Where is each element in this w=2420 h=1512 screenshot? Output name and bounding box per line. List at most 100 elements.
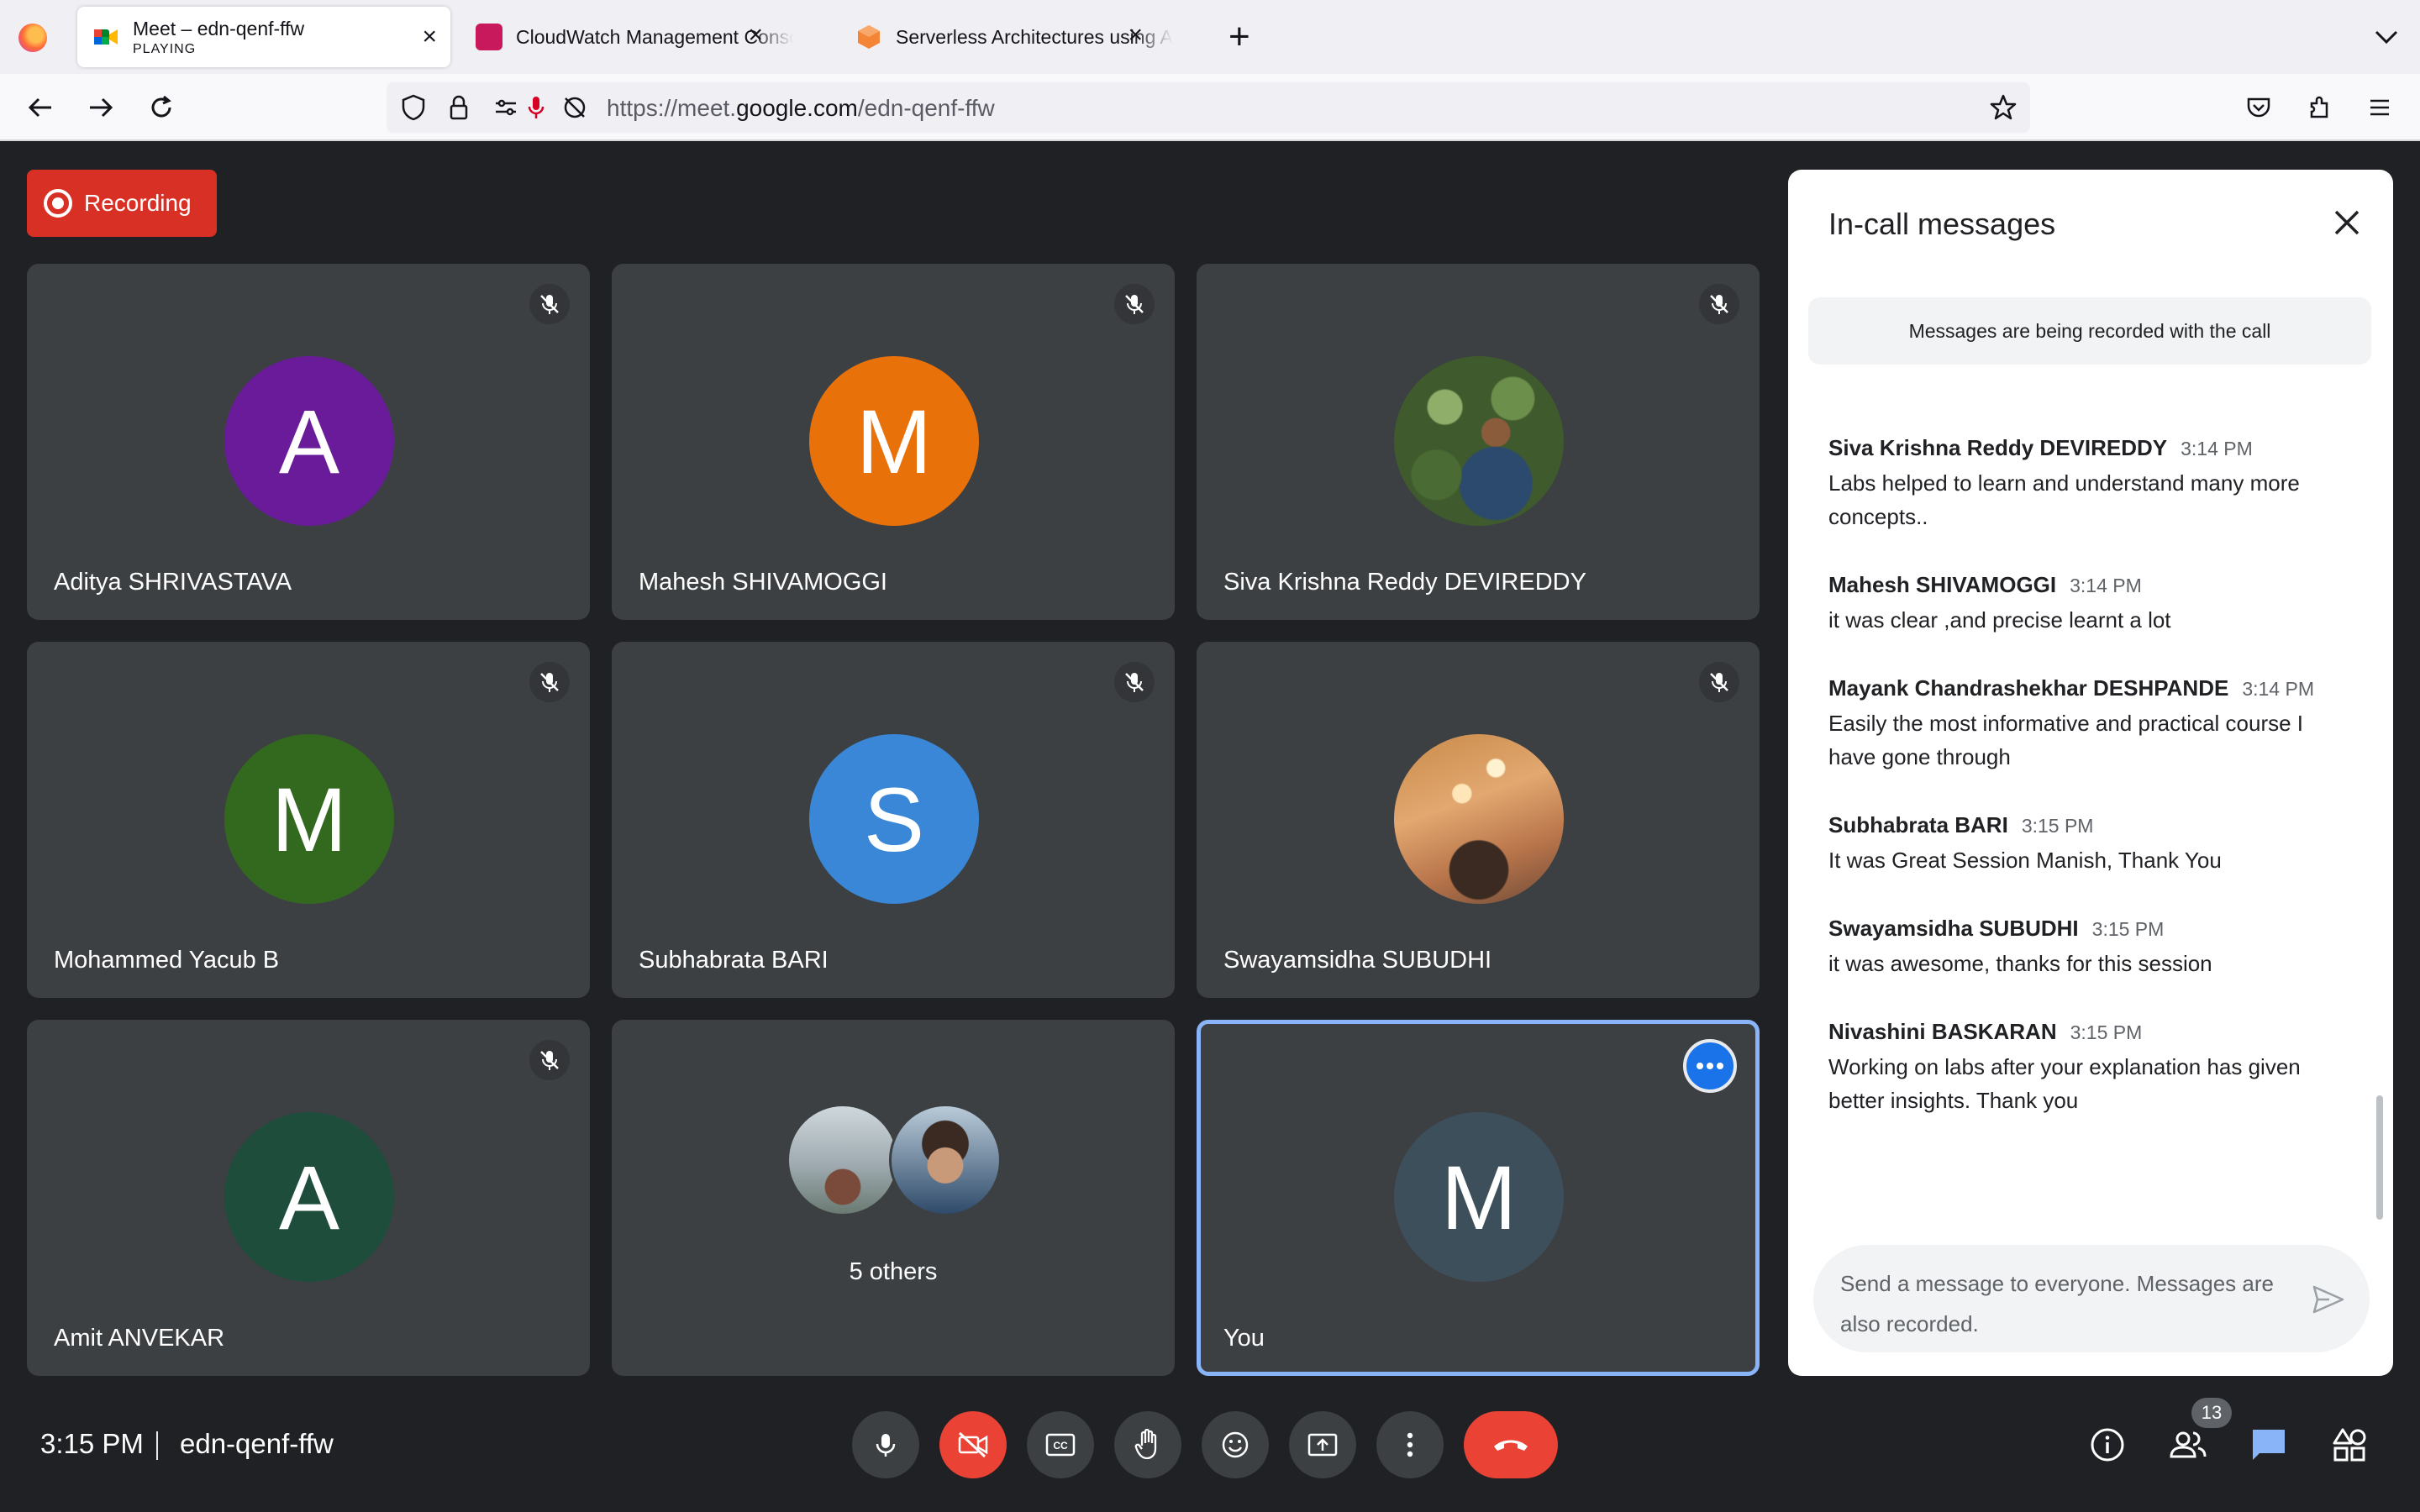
camera-blocked-icon[interactable] [560, 92, 590, 123]
people-button[interactable] [2166, 1423, 2210, 1467]
avatar: M [224, 734, 394, 904]
profile-photo [786, 1104, 899, 1216]
activities-button[interactable] [2328, 1423, 2371, 1467]
chat-button[interactable] [2247, 1423, 2291, 1467]
emoji-icon [1222, 1431, 1249, 1458]
participant-name: Swayamsidha SUBUDHI [1223, 947, 1492, 974]
participant-tile[interactable]: M Mohammed Yacub B [27, 642, 590, 998]
participant-name: Subhabrata BARI [639, 947, 829, 974]
participant-tile[interactable]: M Mahesh SHIVAMOGGI [612, 264, 1175, 620]
activities-shapes-icon [2333, 1428, 2366, 1462]
participant-tile[interactable]: A Aditya SHRIVASTAVA [27, 264, 590, 620]
close-tab-icon[interactable]: × [1128, 23, 1143, 48]
tab-playing-label: PLAYING [133, 41, 197, 56]
message-text: it was clear ,and precise learnt a lot [1828, 607, 2171, 633]
mic-off-icon [529, 662, 570, 702]
meeting-code: edn-qenf-ffw [180, 1428, 334, 1459]
browser-nav-bar: https://meet.google.com/edn-qenf-ffw [0, 74, 2420, 141]
pocket-icon[interactable] [2242, 91, 2275, 124]
message-sender: Nivashini BASKARAN [1828, 1019, 2057, 1044]
present-button[interactable] [1289, 1411, 1356, 1478]
raise-hand-icon [1134, 1429, 1157, 1460]
captions-button[interactable]: CC [1027, 1411, 1094, 1478]
svg-text:CC: CC [1053, 1440, 1068, 1452]
participant-count-badge: 13 [2191, 1398, 2232, 1428]
profile-photo [1394, 356, 1564, 526]
message-input[interactable] [1840, 1263, 2277, 1341]
url-text[interactable]: https://meet.google.com/edn-qenf-ffw [607, 95, 995, 122]
mic-off-icon [529, 1040, 570, 1080]
camera-off-button[interactable] [939, 1411, 1007, 1478]
cloudwatch-icon [476, 24, 502, 50]
participant-tile[interactable]: Swayamsidha SUBUDHI [1197, 642, 1760, 998]
tab-cloudwatch[interactable]: CloudWatch Management Conso × [460, 7, 813, 67]
close-tab-icon[interactable]: × [748, 23, 763, 48]
chat-icon [2253, 1430, 2285, 1460]
chat-message: Mahesh SHIVAMOGGI 3:14 PM it was clear ,a… [1828, 572, 2333, 637]
others-tile[interactable]: 5 others [612, 1020, 1175, 1376]
bookmark-star-icon[interactable] [1988, 92, 2018, 123]
message-time: 3:14 PM [2070, 575, 2142, 596]
tab-meet[interactable]: Meet – edn-qenf-ffw PLAYING × [77, 7, 450, 67]
present-screen-icon [1307, 1433, 1338, 1457]
send-icon[interactable] [2309, 1280, 2348, 1319]
message-text: it was awesome, thanks for this session [1828, 951, 2212, 976]
participant-name: Siva Krishna Reddy DEVIREDDY [1223, 569, 1586, 596]
avatar: S [809, 734, 979, 904]
microphone-icon[interactable] [521, 92, 551, 123]
close-tab-icon[interactable]: × [422, 24, 437, 50]
chevron-down-icon[interactable] [2371, 22, 2402, 52]
others-count-label: 5 others [849, 1258, 938, 1285]
extensions-icon[interactable] [2302, 91, 2336, 124]
microphone-button[interactable] [852, 1411, 919, 1478]
close-icon[interactable] [2329, 205, 2365, 240]
mic-off-icon [1114, 662, 1155, 702]
leave-call-button[interactable] [1464, 1411, 1558, 1478]
more-options-icon[interactable] [1683, 1039, 1737, 1093]
message-text: It was Great Session Manish, Thank You [1828, 848, 2222, 873]
participant-tile[interactable]: Siva Krishna Reddy DEVIREDDY [1197, 264, 1760, 620]
participant-name: Mohammed Yacub B [54, 947, 280, 974]
new-tab-icon[interactable]: + [1228, 18, 1250, 55]
tab-serverless[interactable]: Serverless Architectures using A × [840, 7, 1193, 67]
more-options-button[interactable] [1376, 1411, 1444, 1478]
chat-message: Nivashini BASKARAN 3:15 PM Working on lab… [1828, 1019, 2333, 1117]
more-vert-icon [1407, 1432, 1413, 1457]
divider [156, 1431, 158, 1460]
profile-photo [1394, 734, 1564, 904]
address-bar[interactable]: https://meet.google.com/edn-qenf-ffw [387, 82, 2030, 133]
participant-tile[interactable]: S Subhabrata BARI [612, 642, 1175, 998]
message-compose[interactable] [1813, 1245, 2370, 1352]
profile-photo [889, 1104, 1002, 1216]
raise-hand-button[interactable] [1114, 1411, 1181, 1478]
reactions-button[interactable] [1202, 1411, 1269, 1478]
firefox-logo-icon[interactable] [18, 24, 47, 52]
lock-icon[interactable] [444, 92, 474, 123]
message-sender: Mahesh SHIVAMOGGI [1828, 572, 2057, 597]
message-time: 3:15 PM [2091, 918, 2165, 940]
message-text: Working on labs after your explanation h… [1828, 1054, 2301, 1113]
reload-icon[interactable] [145, 91, 178, 124]
chat-panel: In-call messages Messages are being reco… [1788, 170, 2393, 1376]
recording-indicator[interactable]: Recording [27, 170, 217, 237]
permissions-icon[interactable] [491, 92, 521, 123]
closed-captions-icon: CC [1045, 1433, 1076, 1457]
participant-name: Mahesh SHIVAMOGGI [639, 569, 887, 596]
self-tile[interactable]: M You [1197, 1020, 1760, 1376]
avatar: A [224, 356, 394, 526]
chat-message: Swayamsidha SUBUDHI 3:15 PM it was awesom… [1828, 916, 2333, 980]
message-sender: Subhabrata BARI [1828, 812, 2008, 837]
forward-icon[interactable] [84, 91, 118, 124]
scrollbar[interactable] [2376, 1095, 2383, 1220]
avatar: A [224, 1112, 394, 1282]
shield-icon[interactable] [398, 92, 429, 123]
meeting-clock: 3:15 PM [40, 1428, 144, 1459]
menu-icon[interactable] [2363, 91, 2396, 124]
meeting-info-button[interactable] [2086, 1423, 2129, 1467]
participant-tile[interactable]: A Amit ANVEKAR [27, 1020, 590, 1376]
google-meet-icon [92, 24, 119, 50]
message-sender: Siva Krishna Reddy DEVIREDDY [1828, 435, 2168, 460]
back-icon[interactable] [24, 91, 57, 124]
participant-name: Amit ANVEKAR [54, 1325, 225, 1352]
avatar: M [1394, 1112, 1564, 1282]
